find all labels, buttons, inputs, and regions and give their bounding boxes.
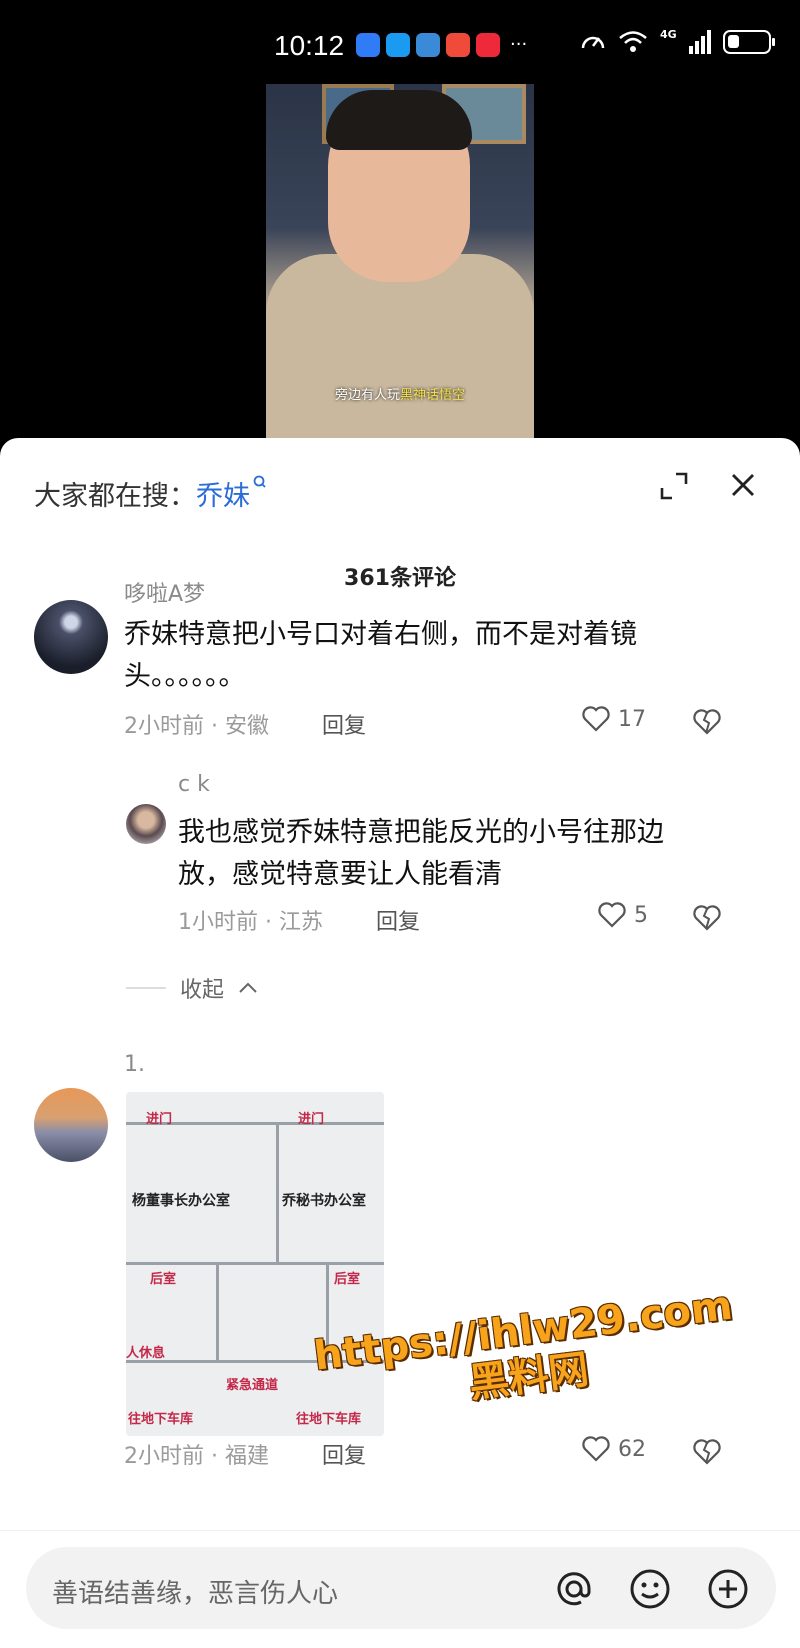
like-count: 5	[634, 902, 648, 928]
comment-meta: 1小时前 · 江苏	[178, 910, 323, 935]
heart-icon	[582, 706, 610, 732]
comment-input[interactable]: 善语结善缘，恶言伤人心	[26, 1547, 776, 1629]
avatar[interactable]	[34, 600, 108, 674]
person-hair	[326, 90, 472, 150]
caption-prefix: 旁边有人玩	[334, 388, 400, 403]
broken-heart-icon[interactable]	[692, 706, 722, 736]
comment-text: 乔妹特意把小号口对着右侧，而不是对着镜 头。。。。。。	[124, 614, 637, 698]
comment-sheet: 大家都在搜：乔妹 361条评论 哆啦A梦 乔妹特意把小号口对着右侧，而不是对着镜…	[0, 438, 800, 1648]
chevron-up-icon	[239, 982, 257, 993]
signal-icon	[688, 30, 711, 54]
notification-icons: ···	[356, 33, 527, 57]
comment-input-placeholder: 善语结善缘，恶言伤人心	[52, 1579, 339, 1609]
comment-text-line: 头。。。。。。	[124, 661, 246, 692]
like-count: 17	[618, 706, 646, 732]
network-type: 4G	[660, 27, 677, 41]
collapse-label: 收起	[180, 978, 225, 1003]
system-icons: 4G	[580, 27, 775, 54]
wall	[216, 1262, 219, 1362]
wifi-icon	[619, 31, 647, 52]
search-icon[interactable]	[252, 474, 268, 492]
floorplan-label: 紧急通道	[226, 1378, 279, 1393]
avatar[interactable]	[34, 1088, 108, 1162]
comment-text: 我也感觉乔妹特意把能反光的小号往那边 放，感觉特意要让人能看清	[178, 812, 664, 896]
like-button[interactable]: 5	[598, 902, 648, 928]
floorplan-label: 往地下车库	[128, 1412, 194, 1427]
wall	[126, 1262, 384, 1265]
heart-icon	[598, 902, 626, 928]
comment-text-line: 乔妹特意把小号口对着右侧，而不是对着镜	[124, 619, 637, 650]
mention-icon[interactable]	[552, 1567, 596, 1611]
speed-icon	[581, 36, 605, 49]
caption-highlight: 黑神话悟空	[400, 388, 466, 403]
comment-text-line: 我也感觉乔妹特意把能反光的小号往那边	[178, 817, 664, 848]
emoji-icon[interactable]	[628, 1567, 672, 1611]
person-body	[266, 254, 534, 444]
comment-meta: 2小时前 · 福建	[124, 1444, 269, 1469]
video-caption: 旁边有人玩黑神话悟空	[266, 384, 534, 403]
more-notifications-icon: ···	[510, 34, 528, 55]
trending-search: 大家都在搜：乔妹	[34, 474, 268, 513]
heart-icon	[582, 1436, 610, 1462]
floorplan-label: 后室	[334, 1272, 361, 1287]
redbook-notification-icon	[476, 33, 500, 57]
floorplan-label: 进门	[146, 1112, 173, 1127]
expand-icon[interactable]	[658, 470, 690, 502]
wall	[276, 1122, 279, 1262]
floorplan-label: 进门	[298, 1112, 325, 1127]
like-button[interactable]: 17	[582, 706, 646, 732]
like-button[interactable]: 62	[582, 1436, 646, 1462]
comment-username[interactable]: 1.	[124, 1052, 145, 1077]
comment-text-line: 放，感觉特意要让人能看清	[178, 859, 502, 890]
message-notification-icon	[386, 33, 410, 57]
search-term-link[interactable]: 乔妹	[196, 481, 250, 512]
comment-username[interactable]: c k	[178, 772, 210, 797]
battery-icon	[722, 30, 775, 54]
avatar[interactable]	[126, 804, 166, 844]
broken-heart-icon[interactable]	[692, 902, 722, 932]
battery-level	[727, 35, 739, 48]
floorplan-label: 后室	[150, 1272, 177, 1287]
status-time: 10:12	[274, 30, 345, 61]
reply-button[interactable]: 回复	[322, 1438, 366, 1470]
comment-input-bar: 善语结善缘，恶言伤人心	[0, 1530, 800, 1648]
comment-username[interactable]: 哆啦A梦	[124, 576, 205, 608]
comment-count: 361条评论	[344, 566, 456, 591]
floorplan-label: 人休息	[126, 1346, 166, 1361]
reply-button[interactable]: 回复	[376, 904, 420, 936]
floorplan-label: 杨董事长办公室	[132, 1193, 230, 1209]
comment-meta: 2小时前 · 安徽	[124, 714, 269, 739]
search-label: 大家都在搜：	[34, 481, 196, 512]
like-count: 62	[618, 1436, 646, 1462]
video-player[interactable]: 旁边有人玩黑神话悟空	[0, 84, 800, 444]
app-notification-icon	[356, 33, 380, 57]
close-icon[interactable]	[726, 468, 760, 502]
floorplan-label: 乔秘书办公室	[282, 1193, 366, 1209]
broken-heart-icon[interactable]	[692, 1436, 722, 1466]
reply-button[interactable]: 回复	[322, 708, 366, 740]
video-frame: 旁边有人玩黑神话悟空	[266, 84, 534, 444]
status-bar: 10:12 ··· 4G	[0, 0, 800, 84]
collapse-replies-button[interactable]: 收起	[126, 972, 258, 1004]
add-icon[interactable]	[706, 1567, 750, 1611]
divider	[126, 987, 166, 989]
browser-notification-icon	[416, 33, 440, 57]
shopping-notification-icon	[446, 33, 470, 57]
